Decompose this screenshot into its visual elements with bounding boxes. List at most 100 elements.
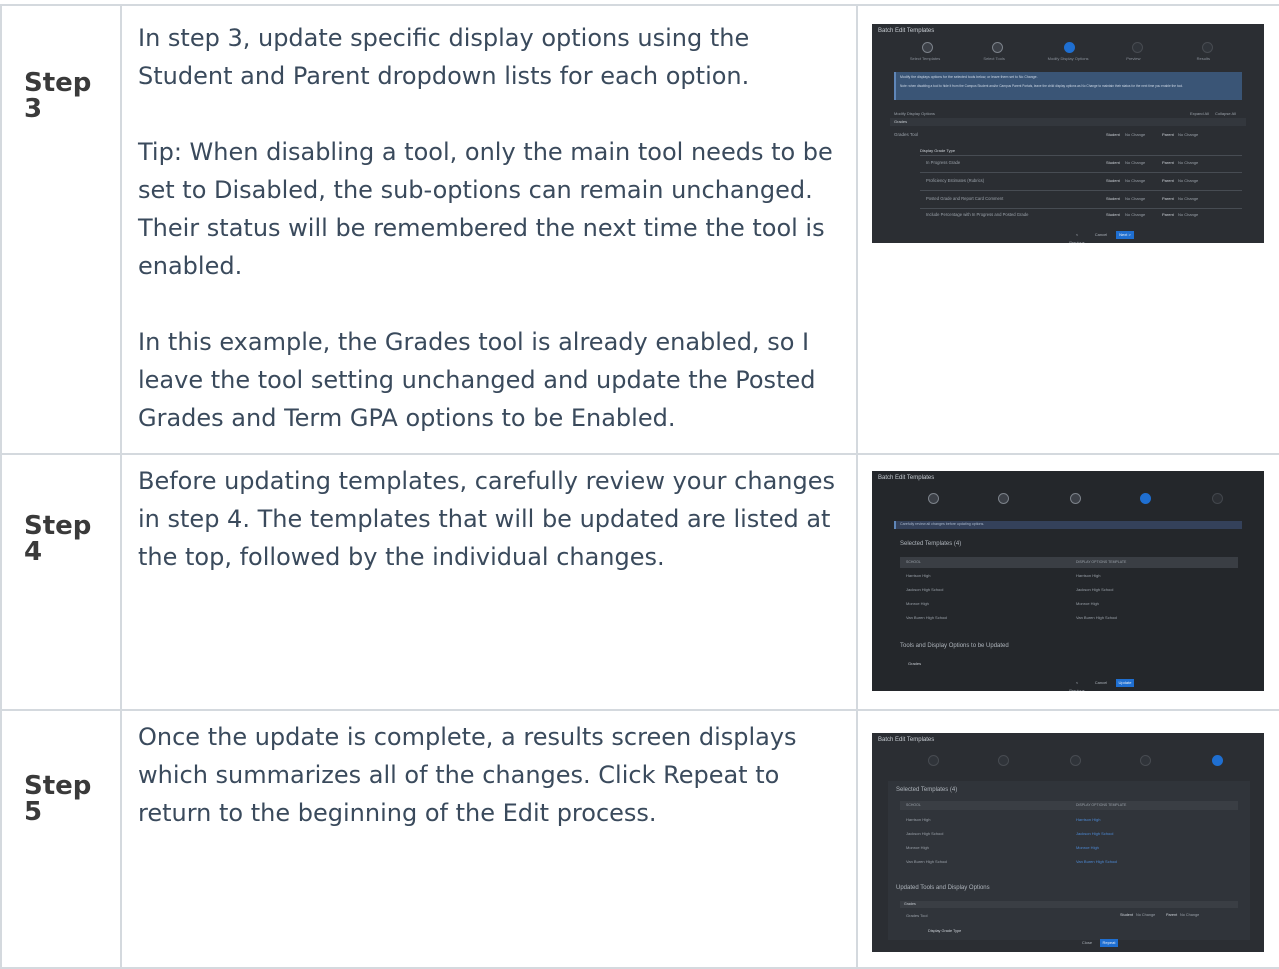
step-complete-icon [998, 493, 1009, 504]
table-row: Van Buren High School [906, 615, 948, 620]
table-row: Van Buren High School [906, 859, 948, 864]
cancel-button[interactable]: Cancel [1092, 679, 1110, 687]
step-screenshot-cell: Batch Edit Templates Select Templates Se… [856, 4, 1279, 455]
divider [920, 190, 1242, 191]
wizard-step-label: Select Tools [983, 56, 1005, 61]
step-current-icon [1064, 42, 1075, 53]
table-row: Harrison High [906, 817, 931, 822]
step-label: Step 5 [24, 771, 92, 827]
student-label: Student [1106, 212, 1120, 217]
step-complete-icon [1070, 493, 1081, 504]
repeat-button[interactable]: Repeat [1100, 939, 1118, 947]
close-button[interactable]: Close [1078, 939, 1096, 947]
section-label: Modify Display Options [894, 111, 935, 116]
column-header: SCHOOL [906, 560, 921, 564]
student-value: No Change [1136, 913, 1156, 917]
divider [920, 155, 1242, 156]
step-tip: Tip: When disabling a tool, only the mai… [138, 138, 833, 280]
option-label: Include Percentage with In Progress and … [926, 212, 1029, 217]
wizard-stepper: Select Templates Select Tools Modify Dis… [882, 42, 1254, 66]
step-complete-icon [1070, 755, 1081, 766]
banner-note: Note: when disabling a tool to hide it f… [900, 84, 1183, 88]
wizard-step-label: Select Templates [909, 56, 941, 61]
step-pending-icon [1132, 42, 1143, 53]
step-label: Step 4 [24, 511, 92, 567]
student-dropdown[interactable]: No Change [1125, 178, 1145, 183]
cancel-button[interactable]: Cancel [1092, 231, 1110, 239]
group-label[interactable]: Grades [908, 661, 921, 666]
student-label: Student [1106, 160, 1120, 165]
steps-table: Step 3 In step 3, update specific displa… [0, 4, 1279, 969]
step-paragraph: Before updating templates, carefully rev… [138, 467, 835, 571]
template-link[interactable]: Harrison High [1076, 817, 1100, 822]
parent-value: No Change [1180, 913, 1200, 917]
group-label: Grades [894, 119, 908, 124]
template-link[interactable]: Jackson High School [1076, 831, 1113, 836]
parent-label: Parent [1162, 212, 1174, 217]
template-link[interactable]: Monroe High [1076, 845, 1099, 850]
step-screenshot: Batch Edit Templates Select Templates Se… [872, 24, 1264, 243]
table-row: Monroe High [906, 601, 929, 606]
step-complete-icon [992, 42, 1003, 53]
table-cell: Van Buren High School [1076, 615, 1118, 620]
column-header: DISPLAY OPTIONS TEMPLATE [1076, 803, 1127, 807]
table-row: Harrison High [906, 573, 931, 578]
tools-heading: Tools and Display Options to be Updated [900, 643, 1009, 649]
student-dropdown[interactable]: No Change [1125, 212, 1145, 217]
step-label: Step 3 [24, 68, 92, 124]
grades-group-header[interactable]: Grades [890, 118, 1246, 126]
table-cell: Monroe High [1076, 601, 1099, 606]
student-dropdown[interactable]: No Change [1125, 196, 1145, 201]
parent-dropdown[interactable]: No Change [1178, 212, 1198, 217]
banner-text: Carefully review all changes before upda… [900, 522, 985, 526]
divider [920, 172, 1242, 173]
column-header: DISPLAY OPTIONS TEMPLATE [1076, 560, 1127, 564]
tool-label: Grades Tool [906, 913, 928, 918]
parent-label: Parent [1162, 132, 1174, 137]
step-complete-icon [998, 755, 1009, 766]
table-cell: Jackson High School [1076, 587, 1114, 592]
step-row: Step 3 In step 3, update specific displa… [0, 4, 1279, 455]
next-button[interactable]: Next > [1116, 231, 1134, 239]
screenshot-title: Batch Edit Templates [878, 28, 935, 34]
step-pending-icon [1212, 493, 1223, 504]
expand-all-link[interactable]: Expand All [1190, 111, 1209, 116]
table-header: SCHOOL DISPLAY OPTIONS TEMPLATE [900, 801, 1238, 810]
previous-button[interactable]: < Previous [1068, 679, 1086, 691]
parent-dropdown[interactable]: No Change [1178, 160, 1198, 165]
step-row: Step 5 Once the update is complete, a re… [0, 709, 1279, 969]
divider [920, 208, 1242, 209]
parent-label: Parent [1166, 913, 1178, 917]
step-label-cell: Step 4 [0, 453, 122, 711]
updated-heading: Updated Tools and Display Options [896, 885, 990, 891]
step-description: Before updating templates, carefully rev… [120, 453, 858, 711]
student-dropdown[interactable]: No Change [1125, 160, 1145, 165]
option-label: In Progress Grade [926, 160, 961, 165]
template-link[interactable]: Van Buren High School [1076, 859, 1117, 864]
previous-button[interactable]: < Previous [1068, 231, 1086, 243]
step-description: Once the update is complete, a results s… [120, 709, 858, 969]
grades-group-header[interactable]: Grades [900, 901, 1238, 908]
column-header: SCHOOL [906, 803, 921, 807]
wizard-stepper [882, 493, 1254, 517]
selected-templates-heading: Selected Templates (4) [900, 541, 962, 547]
subhead-label: Display Grade Type [928, 929, 962, 933]
step-pending-icon [1202, 42, 1213, 53]
option-label: Proficiency Estimates (Rubrics) [926, 178, 985, 183]
step-complete-icon [928, 493, 939, 504]
update-button[interactable]: Update [1116, 679, 1134, 687]
table-row: Jackson High School [906, 831, 944, 836]
collapse-all-link[interactable]: Collapse All [1215, 111, 1236, 116]
step-complete-icon [1140, 755, 1151, 766]
table-row: Monroe High [906, 845, 929, 850]
step-screenshot: Batch Edit Templates Carefully review al… [872, 471, 1264, 691]
step-label-cell: Step 3 [0, 4, 122, 455]
parent-dropdown[interactable]: No Change [1178, 178, 1198, 183]
step-description: In step 3, update specific display optio… [120, 4, 858, 455]
student-dropdown[interactable]: No Change [1125, 132, 1145, 137]
step-screenshot-cell: Batch Edit Templates Carefully review al… [856, 453, 1279, 711]
parent-dropdown[interactable]: No Change [1178, 196, 1198, 201]
student-label: Student [1120, 913, 1134, 917]
parent-dropdown[interactable]: No Change [1178, 132, 1198, 137]
wizard-stepper [882, 755, 1254, 779]
